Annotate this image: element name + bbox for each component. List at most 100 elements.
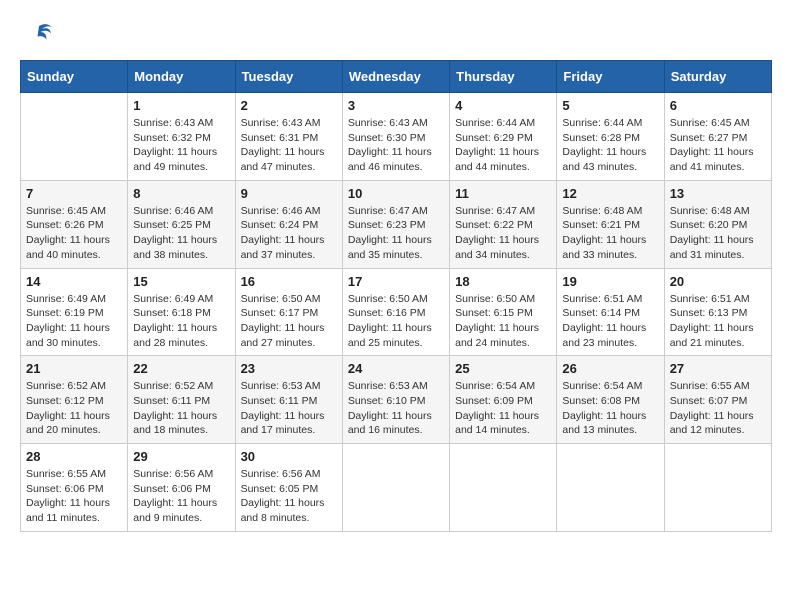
weekday-header-saturday: Saturday: [664, 61, 771, 93]
day-number: 11: [455, 186, 551, 201]
calendar-cell: 30 Sunrise: 6:56 AM Sunset: 6:05 PM Dayli…: [235, 444, 342, 532]
day-info: Sunrise: 6:48 AM Sunset: 6:20 PM Dayligh…: [670, 204, 766, 263]
calendar-cell: 29Sunrise: 6:56 AM Sunset: 6:06 PM Dayli…: [128, 444, 235, 532]
day-number: 23: [241, 361, 337, 376]
day-number: 8: [133, 186, 229, 201]
calendar-week-row: 28Sunrise: 6:55 AM Sunset: 6:06 PM Dayli…: [21, 444, 772, 532]
day-info: Sunrise: 6:50 AM Sunset: 6:16 PM Dayligh…: [348, 292, 444, 351]
calendar-cell: 2 Sunrise: 6:43 AM Sunset: 6:31 PM Daylig…: [235, 93, 342, 181]
day-number: 16: [241, 274, 337, 289]
calendar-table: SundayMondayTuesdayWednesdayThursdayFrid…: [20, 60, 772, 532]
calendar-cell: 4 Sunrise: 6:44 AM Sunset: 6:29 PM Daylig…: [450, 93, 557, 181]
day-number: 6: [670, 98, 766, 113]
weekday-header-tuesday: Tuesday: [235, 61, 342, 93]
calendar-cell: 26 Sunrise: 6:54 AM Sunset: 6:08 PM Dayli…: [557, 356, 664, 444]
calendar-cell: 1 Sunrise: 6:43 AM Sunset: 6:32 PM Daylig…: [128, 93, 235, 181]
calendar-cell: [557, 444, 664, 532]
calendar-cell: 17 Sunrise: 6:50 AM Sunset: 6:16 PM Dayli…: [342, 268, 449, 356]
day-info: Sunrise: 6:47 AM Sunset: 6:22 PM Dayligh…: [455, 204, 551, 263]
calendar-cell: 21 Sunrise: 6:52 AM Sunset: 6:12 PM Dayli…: [21, 356, 128, 444]
day-number: 14: [26, 274, 122, 289]
weekday-header-row: SundayMondayTuesdayWednesdayThursdayFrid…: [21, 61, 772, 93]
page-header: [20, 20, 772, 50]
day-number: 24: [348, 361, 444, 376]
day-info: Sunrise: 6:55 AM Sunset: 6:07 PM Dayligh…: [670, 379, 766, 438]
calendar-cell: 22 Sunrise: 6:52 AM Sunset: 6:11 PM Dayli…: [128, 356, 235, 444]
day-number: 21: [26, 361, 122, 376]
calendar-cell: 5 Sunrise: 6:44 AM Sunset: 6:28 PM Daylig…: [557, 93, 664, 181]
day-info: Sunrise: 6:46 AM Sunset: 6:24 PM Dayligh…: [241, 204, 337, 263]
day-info: Sunrise: 6:54 AM Sunset: 6:09 PM Dayligh…: [455, 379, 551, 438]
day-number: 17: [348, 274, 444, 289]
weekday-header-wednesday: Wednesday: [342, 61, 449, 93]
calendar-cell: 3 Sunrise: 6:43 AM Sunset: 6:30 PM Daylig…: [342, 93, 449, 181]
day-number: 13: [670, 186, 766, 201]
day-number: 7: [26, 186, 122, 201]
day-number: 25: [455, 361, 551, 376]
calendar-cell: 10 Sunrise: 6:47 AM Sunset: 6:23 PM Dayli…: [342, 180, 449, 268]
calendar-cell: 13 Sunrise: 6:48 AM Sunset: 6:20 PM Dayli…: [664, 180, 771, 268]
logo: [20, 20, 54, 50]
calendar-week-row: 7 Sunrise: 6:45 AM Sunset: 6:26 PM Daylig…: [21, 180, 772, 268]
day-info: Sunrise: 6:47 AM Sunset: 6:23 PM Dayligh…: [348, 204, 444, 263]
day-info: Sunrise: 6:56 AM Sunset: 6:05 PM Dayligh…: [241, 467, 337, 526]
calendar-cell: 9Sunrise: 6:46 AM Sunset: 6:24 PM Daylig…: [235, 180, 342, 268]
calendar-cell: 11 Sunrise: 6:47 AM Sunset: 6:22 PM Dayli…: [450, 180, 557, 268]
day-info: Sunrise: 6:45 AM Sunset: 6:26 PM Dayligh…: [26, 204, 122, 263]
calendar-cell: 19 Sunrise: 6:51 AM Sunset: 6:14 PM Dayli…: [557, 268, 664, 356]
day-info: Sunrise: 6:51 AM Sunset: 6:14 PM Dayligh…: [562, 292, 658, 351]
day-info: Sunrise: 6:53 AM Sunset: 6:11 PM Dayligh…: [241, 379, 337, 438]
day-info: Sunrise: 6:49 AM Sunset: 6:18 PM Dayligh…: [133, 292, 229, 351]
calendar-week-row: 14 Sunrise: 6:49 AM Sunset: 6:19 PM Dayli…: [21, 268, 772, 356]
day-number: 15: [133, 274, 229, 289]
calendar-cell: 14 Sunrise: 6:49 AM Sunset: 6:19 PM Dayli…: [21, 268, 128, 356]
day-number: 29: [133, 449, 229, 464]
weekday-header-thursday: Thursday: [450, 61, 557, 93]
calendar-week-row: 1 Sunrise: 6:43 AM Sunset: 6:32 PM Daylig…: [21, 93, 772, 181]
weekday-header-sunday: Sunday: [21, 61, 128, 93]
calendar-cell: [450, 444, 557, 532]
calendar-cell: 6 Sunrise: 6:45 AM Sunset: 6:27 PM Daylig…: [664, 93, 771, 181]
day-info: Sunrise: 6:44 AM Sunset: 6:29 PM Dayligh…: [455, 116, 551, 175]
day-number: 26: [562, 361, 658, 376]
day-number: 10: [348, 186, 444, 201]
day-info: Sunrise: 6:43 AM Sunset: 6:32 PM Dayligh…: [133, 116, 229, 175]
day-info: Sunrise: 6:43 AM Sunset: 6:30 PM Dayligh…: [348, 116, 444, 175]
day-info: Sunrise: 6:52 AM Sunset: 6:12 PM Dayligh…: [26, 379, 122, 438]
calendar-cell: 16Sunrise: 6:50 AM Sunset: 6:17 PM Dayli…: [235, 268, 342, 356]
day-info: Sunrise: 6:54 AM Sunset: 6:08 PM Dayligh…: [562, 379, 658, 438]
day-number: 28: [26, 449, 122, 464]
calendar-cell: 15 Sunrise: 6:49 AM Sunset: 6:18 PM Dayli…: [128, 268, 235, 356]
day-number: 20: [670, 274, 766, 289]
calendar-cell: 18 Sunrise: 6:50 AM Sunset: 6:15 PM Dayli…: [450, 268, 557, 356]
day-number: 2: [241, 98, 337, 113]
day-info: Sunrise: 6:46 AM Sunset: 6:25 PM Dayligh…: [133, 204, 229, 263]
day-info: Sunrise: 6:45 AM Sunset: 6:27 PM Dayligh…: [670, 116, 766, 175]
day-info: Sunrise: 6:49 AM Sunset: 6:19 PM Dayligh…: [26, 292, 122, 351]
day-info: Sunrise: 6:43 AM Sunset: 6:31 PM Dayligh…: [241, 116, 337, 175]
day-number: 4: [455, 98, 551, 113]
calendar-week-row: 21 Sunrise: 6:52 AM Sunset: 6:12 PM Dayli…: [21, 356, 772, 444]
day-number: 19: [562, 274, 658, 289]
calendar-cell: 23 Sunrise: 6:53 AM Sunset: 6:11 PM Dayli…: [235, 356, 342, 444]
calendar-cell: [342, 444, 449, 532]
calendar-cell: 25 Sunrise: 6:54 AM Sunset: 6:09 PM Dayli…: [450, 356, 557, 444]
calendar-cell: 27 Sunrise: 6:55 AM Sunset: 6:07 PM Dayli…: [664, 356, 771, 444]
day-number: 18: [455, 274, 551, 289]
day-number: 12: [562, 186, 658, 201]
day-number: 22: [133, 361, 229, 376]
day-number: 5: [562, 98, 658, 113]
day-info: Sunrise: 6:44 AM Sunset: 6:28 PM Dayligh…: [562, 116, 658, 175]
day-number: 1: [133, 98, 229, 113]
day-info: Sunrise: 6:50 AM Sunset: 6:15 PM Dayligh…: [455, 292, 551, 351]
day-number: 30: [241, 449, 337, 464]
day-number: 3: [348, 98, 444, 113]
logo-icon: [24, 20, 54, 50]
day-info: Sunrise: 6:48 AM Sunset: 6:21 PM Dayligh…: [562, 204, 658, 263]
calendar-cell: 8 Sunrise: 6:46 AM Sunset: 6:25 PM Daylig…: [128, 180, 235, 268]
calendar-cell: 12 Sunrise: 6:48 AM Sunset: 6:21 PM Dayli…: [557, 180, 664, 268]
calendar-cell: [21, 93, 128, 181]
day-number: 27: [670, 361, 766, 376]
weekday-header-friday: Friday: [557, 61, 664, 93]
day-info: Sunrise: 6:52 AM Sunset: 6:11 PM Dayligh…: [133, 379, 229, 438]
